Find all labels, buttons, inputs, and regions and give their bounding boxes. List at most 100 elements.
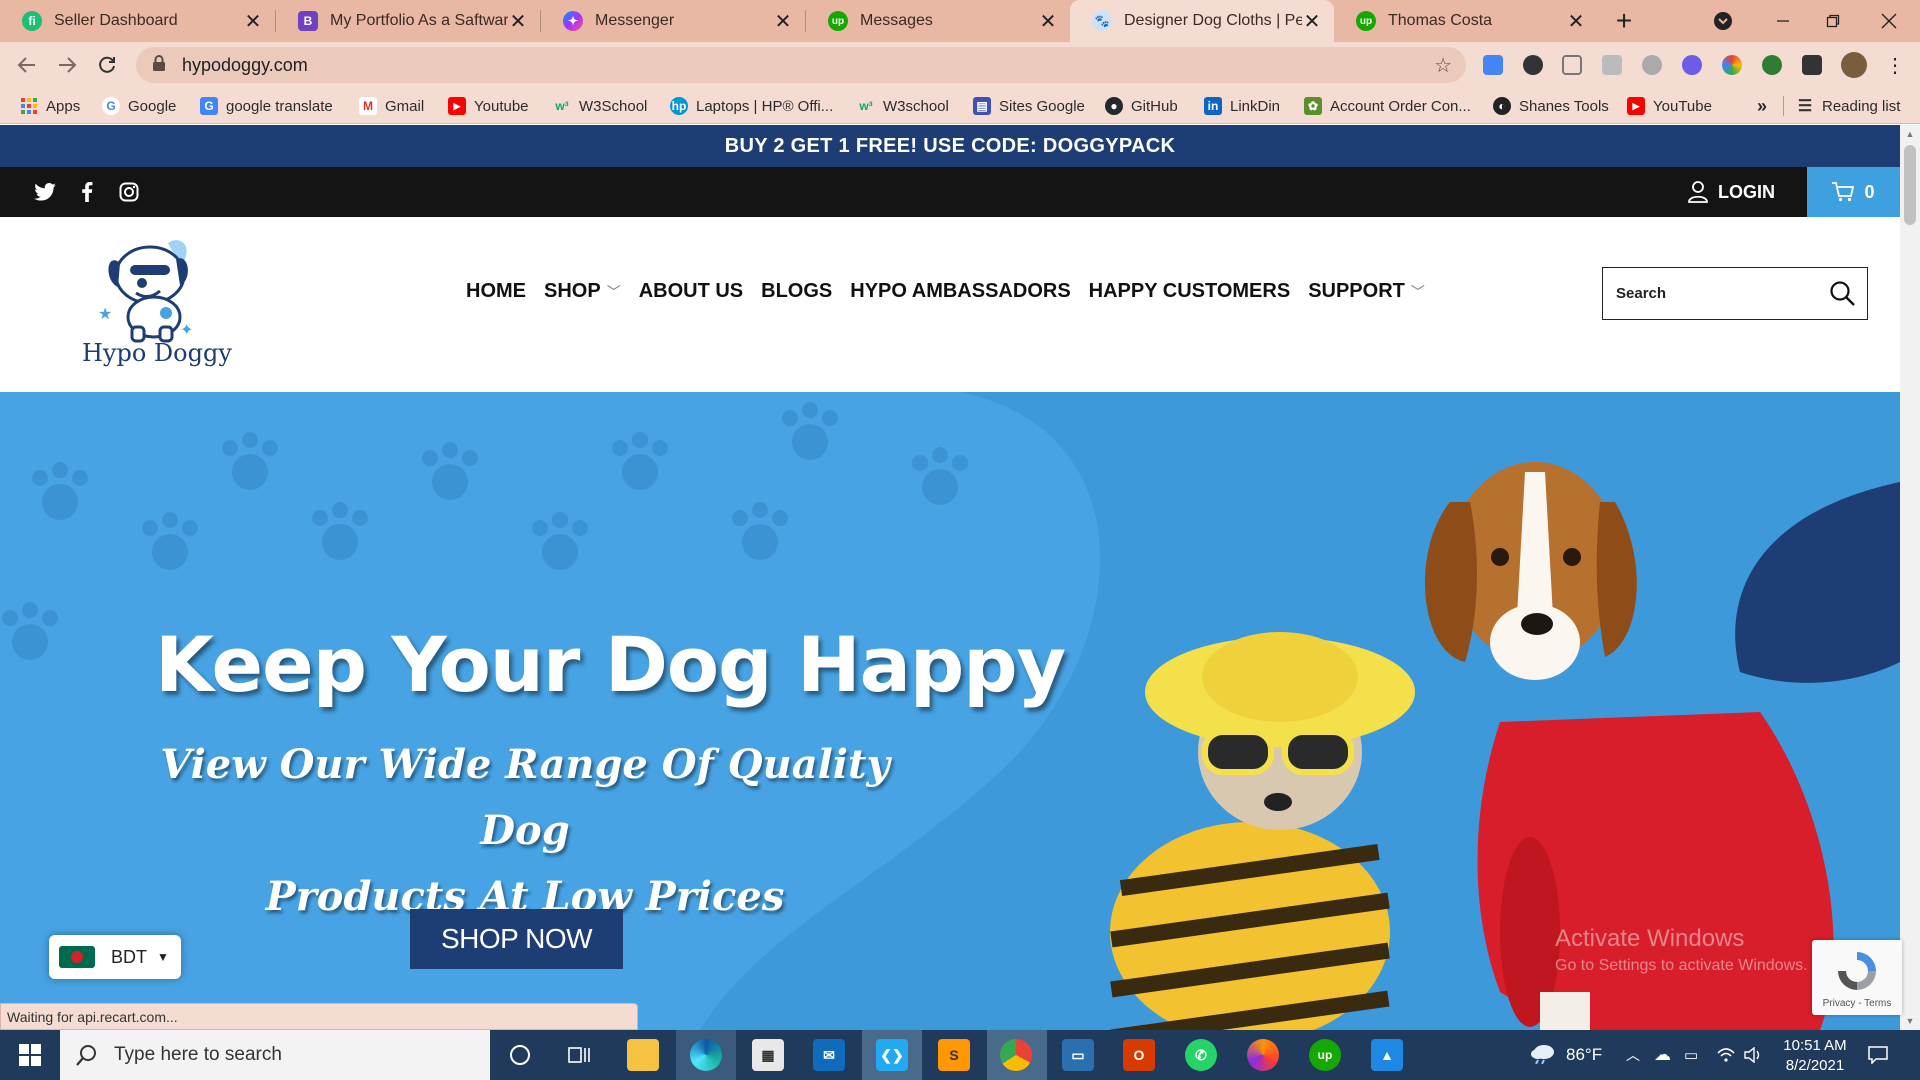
- bookmark-youtube-2[interactable]: ▶ YouTube: [1627, 88, 1712, 124]
- recaptcha-links[interactable]: Privacy - Terms: [1812, 998, 1902, 1009]
- file-explorer-icon[interactable]: [627, 1039, 659, 1071]
- close-tab-icon[interactable]: ✕: [1038, 9, 1058, 34]
- nav-happy-customers[interactable]: HAPPY CUSTOMERS: [1089, 280, 1291, 303]
- tab-hypodoggy-active[interactable]: 🐾 Designer Dog Cloths | Pet A ✕: [1070, 0, 1334, 42]
- nav-support[interactable]: SUPPORT ﹀: [1308, 280, 1425, 303]
- puzzle-extensions-icon[interactable]: [1802, 55, 1822, 75]
- battery-icon[interactable]: ▭: [1684, 1030, 1698, 1080]
- nav-shop[interactable]: SHOP ﹀: [544, 280, 621, 303]
- forward-arrow-icon[interactable]: [52, 50, 82, 80]
- bookmarks-overflow-button[interactable]: »: [1757, 88, 1767, 124]
- facebook-icon[interactable]: [76, 181, 98, 203]
- vscode-icon[interactable]: ❮❯: [876, 1039, 908, 1071]
- close-window-icon[interactable]: [1866, 0, 1912, 42]
- sublime-text-icon[interactable]: S: [938, 1039, 970, 1071]
- show-hidden-icons-chevron-icon[interactable]: ︿: [1626, 1030, 1640, 1080]
- instagram-icon[interactable]: [118, 181, 140, 203]
- bookmark-apps[interactable]: Apps: [20, 88, 80, 124]
- cart-button[interactable]: 0: [1807, 167, 1900, 217]
- nav-home[interactable]: HOME: [466, 280, 526, 303]
- nav-about-us[interactable]: ABOUT US: [639, 280, 743, 303]
- task-view-icon[interactable]: [564, 1039, 596, 1071]
- bookmark-shanes-tools[interactable]: ◐ Shanes Tools: [1493, 88, 1609, 124]
- bookmark-google[interactable]: G Google: [102, 88, 176, 124]
- reload-icon[interactable]: [92, 50, 122, 80]
- scroll-up-icon[interactable]: ▲: [1904, 129, 1916, 139]
- volume-icon[interactable]: [1744, 1030, 1764, 1080]
- search-input[interactable]: [1616, 285, 1826, 302]
- reading-list-button[interactable]: ☰ Reading list: [1796, 88, 1901, 124]
- tab-portfolio[interactable]: B My Portfolio As a Saftware E ✕: [276, 0, 540, 42]
- bookmark-account-order[interactable]: ✿ Account Order Con...: [1304, 88, 1471, 124]
- close-tab-icon[interactable]: ✕: [1566, 9, 1586, 34]
- cortana-icon[interactable]: [504, 1039, 536, 1071]
- lock-icon[interactable]: [152, 54, 168, 76]
- bookmark-linkedin[interactable]: in LinkDin: [1204, 88, 1280, 124]
- new-tab-button[interactable]: +: [1606, 0, 1642, 42]
- profile-avatar[interactable]: [1841, 52, 1867, 78]
- bookmark-gmail[interactable]: M Gmail: [359, 88, 424, 124]
- nav-blogs[interactable]: BLOGS: [761, 280, 832, 303]
- chrome-icon[interactable]: [1000, 1039, 1032, 1071]
- remote-desktop-icon[interactable]: ▭: [1062, 1039, 1094, 1071]
- tab-search-icon[interactable]: [1708, 0, 1738, 42]
- bookmark-hp-laptops[interactable]: hp Laptops | HP® Offi...: [670, 88, 833, 124]
- shop-now-button[interactable]: SHOP NOW: [410, 909, 623, 969]
- bookmark-star-icon[interactable]: ☆: [1434, 53, 1452, 78]
- bookmark-w3school-2[interactable]: w³ W3school: [857, 88, 949, 124]
- restore-window-icon[interactable]: [1810, 0, 1856, 42]
- notification-center-icon[interactable]: [1868, 1030, 1888, 1080]
- edge-icon[interactable]: [690, 1039, 722, 1071]
- bookmark-w3school[interactable]: w³ W3School: [553, 88, 647, 124]
- scrollbar-thumb[interactable]: [1904, 145, 1916, 225]
- mail-icon[interactable]: ✉: [813, 1039, 845, 1071]
- login-link[interactable]: LOGIN: [1688, 167, 1775, 217]
- logo-text[interactable]: Hypo Doggy: [82, 339, 232, 367]
- onedrive-cloud-icon[interactable]: ☁: [1654, 1030, 1671, 1080]
- mail-extension-icon[interactable]: [1562, 55, 1582, 75]
- back-arrow-icon[interactable]: [12, 50, 42, 80]
- close-tab-icon[interactable]: ✕: [1302, 9, 1322, 34]
- close-tab-icon[interactable]: ✕: [243, 9, 263, 34]
- color-picker-extension-icon[interactable]: [1722, 55, 1742, 75]
- wifi-icon[interactable]: [1716, 1030, 1736, 1080]
- tab-messages[interactable]: up Messages ✕: [806, 0, 1070, 42]
- bookmark-google-translate[interactable]: G google translate: [200, 88, 333, 124]
- chrome-menu-icon[interactable]: ⋮: [1880, 50, 1910, 80]
- grayed-extension-icon[interactable]: [1602, 55, 1622, 75]
- office-icon[interactable]: O: [1123, 1039, 1155, 1071]
- tab-messenger[interactable]: ✦ Messenger ✕: [541, 0, 805, 42]
- cloud-extension-icon[interactable]: [1642, 55, 1662, 75]
- taskbar-clock[interactable]: 10:51 AM 8/2/2021: [1770, 1036, 1860, 1076]
- whatsapp-icon[interactable]: ✆: [1185, 1039, 1217, 1071]
- scroll-down-icon[interactable]: ▼: [1904, 1016, 1916, 1026]
- tab-thomas-costa[interactable]: up Thomas Costa ✕: [1334, 0, 1598, 42]
- tab-seller-dashboard[interactable]: fi Seller Dashboard ✕: [0, 0, 275, 42]
- microsoft-store-icon[interactable]: ▦: [752, 1039, 784, 1071]
- screen-capture-extension-icon[interactable]: [1523, 55, 1543, 75]
- start-button[interactable]: [0, 1030, 60, 1080]
- url-text[interactable]: hypodoggy.com: [182, 55, 308, 76]
- address-bar[interactable]: hypodoggy.com ☆: [136, 47, 1466, 83]
- page-scrollbar[interactable]: ▲ ▼: [1900, 125, 1920, 1030]
- close-tab-icon[interactable]: ✕: [773, 9, 793, 34]
- minimize-window-icon[interactable]: [1760, 0, 1806, 42]
- photos-icon[interactable]: ▲: [1371, 1039, 1403, 1071]
- globe-extension-icon[interactable]: [1762, 55, 1782, 75]
- firefox-icon[interactable]: [1247, 1039, 1279, 1071]
- svg-text:★: ★: [98, 306, 112, 323]
- currency-selector[interactable]: BDT ▼: [49, 935, 181, 979]
- taskbar-search[interactable]: Type here to search: [60, 1030, 490, 1080]
- bookmark-github[interactable]: ● GitHub: [1105, 88, 1178, 124]
- upwork-icon[interactable]: up: [1309, 1039, 1341, 1071]
- nav-hypo-ambassadors[interactable]: HYPO AMBASSADORS: [850, 280, 1070, 303]
- close-tab-icon[interactable]: ✕: [508, 9, 528, 34]
- weather-widget[interactable]: 86°F: [1530, 1030, 1602, 1080]
- search-icon[interactable]: [1829, 280, 1855, 311]
- translate-extension-icon[interactable]: [1483, 55, 1503, 75]
- recaptcha-badge[interactable]: Privacy - Terms: [1812, 940, 1902, 1015]
- bookmark-youtube[interactable]: ▶ Youtube: [448, 88, 529, 124]
- twitter-icon[interactable]: [34, 181, 56, 203]
- bookmark-sites-google[interactable]: ▤ Sites Google: [973, 88, 1085, 124]
- sparkle-extension-icon[interactable]: [1682, 55, 1702, 75]
